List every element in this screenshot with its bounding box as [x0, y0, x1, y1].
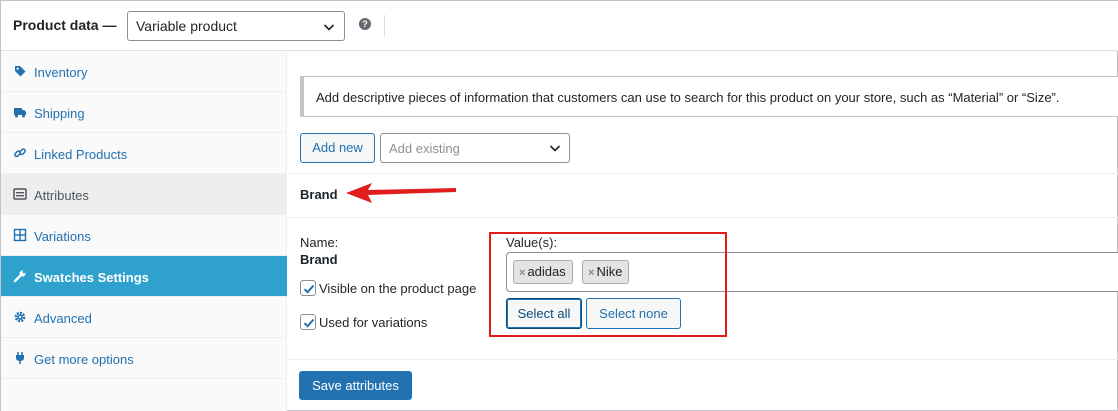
add-existing-placeholder: Add existing — [389, 141, 460, 156]
tab-inventory[interactable]: Inventory — [1, 51, 287, 92]
grid-icon — [13, 228, 27, 242]
wrench-icon — [13, 270, 26, 283]
truck-icon — [14, 108, 26, 118]
help-icon[interactable]: ? — [359, 18, 371, 30]
variations-checkbox-label: Used for variations — [319, 315, 428, 330]
tab-label: Linked Products — [34, 147, 128, 162]
save-attributes-button[interactable]: Save attributes — [299, 371, 412, 400]
tab-label: Attributes — [34, 188, 89, 203]
annotation-arrow-icon — [346, 183, 456, 203]
product-data-title: Product data — — [13, 17, 117, 33]
tab-swatches-settings[interactable]: Swatches Settings — [1, 256, 287, 297]
attribute-name-value: Brand — [300, 252, 338, 267]
variations-checkbox[interactable] — [300, 314, 316, 330]
tab-label: Inventory — [34, 65, 88, 80]
add-existing-select[interactable]: Add existing — [380, 133, 570, 163]
chevron-down-icon — [549, 145, 561, 152]
visible-checkbox-label: Visible on the product page — [319, 281, 477, 296]
checkmark-icon — [303, 318, 315, 328]
tab-advanced[interactable]: Advanced — [1, 297, 287, 338]
tab-label: Shipping — [34, 106, 85, 121]
product-data-panel: Product data — Variable product ? Invent… — [0, 0, 1118, 411]
tab-label: Get more options — [34, 352, 134, 367]
gear-icon — [14, 311, 26, 323]
annotation-highlight-box — [489, 232, 727, 337]
plugin-icon — [16, 352, 24, 364]
chevron-down-icon — [323, 24, 335, 31]
tab-variations[interactable]: Variations — [1, 215, 287, 256]
list-icon — [13, 188, 27, 200]
tag-icon — [15, 66, 26, 77]
tab-shipping[interactable]: Shipping — [1, 92, 287, 133]
attribute-title: Brand — [300, 187, 338, 202]
attributes-notice: Add descriptive pieces of information th… — [300, 76, 1118, 117]
product-type-select[interactable]: Variable product — [127, 11, 345, 41]
tab-attributes[interactable]: Attributes — [1, 174, 287, 215]
add-new-button[interactable]: Add new — [300, 133, 375, 163]
tab-label: Variations — [34, 229, 91, 244]
product-type-value: Variable product — [136, 18, 237, 34]
visible-checkbox[interactable] — [300, 280, 316, 296]
tab-linked-products[interactable]: Linked Products — [1, 133, 287, 174]
product-data-tabs: Inventory Shipping Linked Products Attri… — [1, 51, 287, 411]
link-icon — [14, 148, 26, 158]
tab-label: Swatches Settings — [34, 270, 149, 285]
tab-get-more-options[interactable]: Get more options — [1, 338, 287, 379]
attribute-name-label: Name: — [300, 235, 339, 250]
checkmark-icon — [303, 284, 315, 294]
product-data-header: Product data — Variable product ? — [1, 1, 1118, 51]
header-divider — [384, 15, 385, 37]
tab-label: Advanced — [34, 311, 92, 326]
save-row — [288, 359, 1118, 411]
